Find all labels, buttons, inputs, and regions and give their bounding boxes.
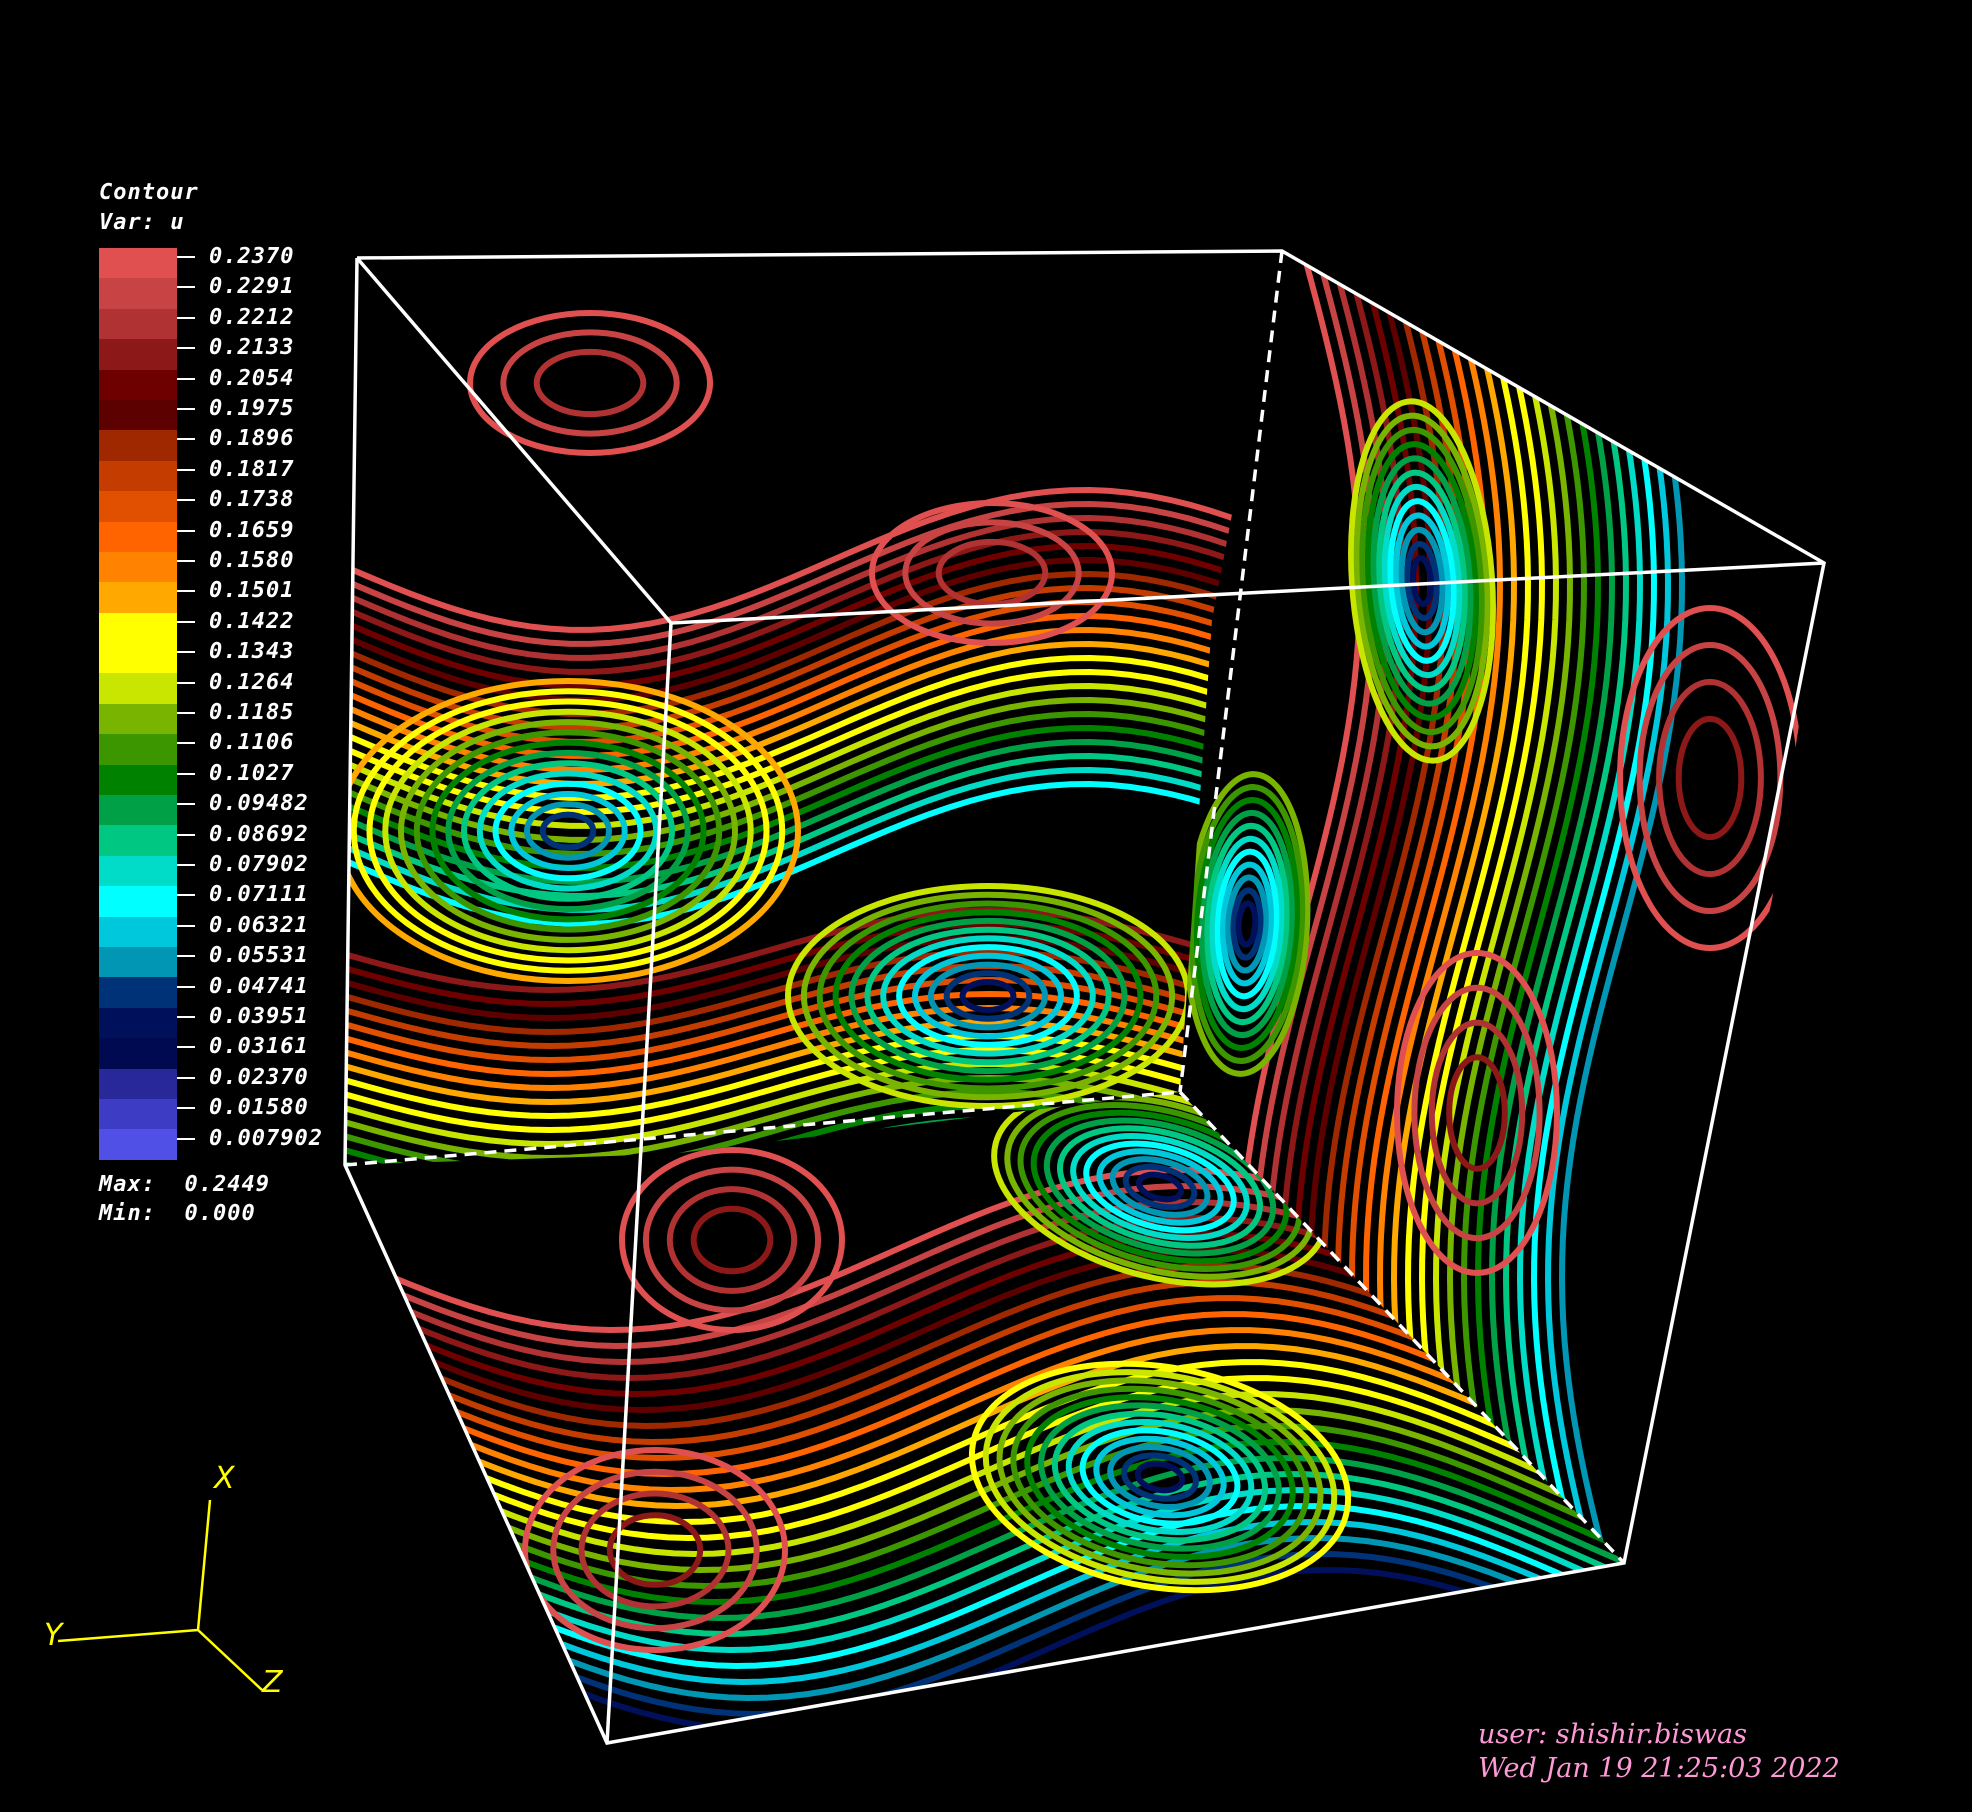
legend-level-label: 0.1027 <box>177 759 294 789</box>
contour-line <box>500 329 680 437</box>
x-axis-line <box>196 1499 212 1631</box>
legend-swatch <box>99 855 177 887</box>
y-axis-line <box>57 1628 199 1643</box>
legend-swatch <box>99 521 177 552</box>
legend-color-bar: 0.2370 0.2291 0.2212 0.2133 0.2054 0.1975 0.18… <box>99 244 322 1160</box>
legend-level-label: 0.07902 <box>177 850 309 880</box>
legend-level-label: 0.03951 <box>177 1002 309 1032</box>
contour-line <box>1409 555 1435 607</box>
legend-swatch <box>99 673 177 704</box>
legend-swatch <box>99 612 177 644</box>
timestamp: Wed Jan 19 21:25:03 2022 <box>1478 1753 1840 1784</box>
legend-swatch <box>99 916 177 947</box>
contour-line <box>1235 900 1259 948</box>
legend-title: Contour <box>99 180 199 205</box>
legend-level-label: 0.2212 <box>177 303 294 333</box>
min-value: 0.000 <box>184 1200 256 1226</box>
user-name: user: shishir.biswas <box>1478 1719 1747 1750</box>
legend-level-label: 0.1343 <box>177 637 294 667</box>
legend-level-label: 0.1896 <box>177 424 294 454</box>
legend-swatch <box>99 886 177 917</box>
legend-level-label: 0.1185 <box>177 698 294 728</box>
legend-swatch <box>99 1129 177 1160</box>
legend-level-label: 0.2370 <box>177 242 294 272</box>
legend-level-label: 0.1264 <box>177 668 294 698</box>
contour-line <box>1656 678 1764 878</box>
legend-swatch <box>99 308 177 340</box>
legend-swatch <box>99 278 177 309</box>
contour-legend: Contour Var: u 0.2370 0.2291 0.2212 0.2133 0… <box>99 178 322 1228</box>
contour-line <box>533 348 647 418</box>
legend-swatch <box>99 551 177 583</box>
legend-swatch <box>99 1098 177 1130</box>
legend-level-label: 0.02370 <box>177 1063 309 1093</box>
x-axis-label: X <box>212 1461 236 1496</box>
min-label: Min: <box>99 1200 156 1226</box>
legend-level-label: 0.1975 <box>177 394 294 424</box>
contour-line <box>690 1205 774 1275</box>
user-info: user: shishir.biswas Wed Jan 19 21:25:03… <box>1478 1718 1840 1786</box>
legend-swatch <box>99 703 177 735</box>
legend-swatch <box>99 1068 177 1099</box>
legend-swatch <box>99 582 177 613</box>
legend-level-label: 0.1501 <box>177 576 294 606</box>
legend-level-label: 0.08692 <box>177 820 309 850</box>
legend-level-label: 0.07111 <box>177 880 309 910</box>
legend-level-label: 0.1738 <box>177 485 294 515</box>
legend-swatch <box>99 643 177 674</box>
legend-swatch <box>99 977 177 1008</box>
max-label: Max: <box>99 1171 156 1197</box>
legend-swatch <box>99 491 177 522</box>
axis-triad <box>57 1499 263 1691</box>
legend-swatch <box>99 946 177 978</box>
legend-level-label: 0.1817 <box>177 455 294 485</box>
legend-swatch <box>99 369 177 400</box>
legend-level-label: 0.05531 <box>177 941 309 971</box>
legend-swatch <box>99 1038 177 1069</box>
legend-swatch <box>99 460 177 492</box>
contour-line <box>666 1186 798 1294</box>
legend-level-label: 0.06321 <box>177 911 309 941</box>
legend-level-label: 0.1659 <box>177 516 294 546</box>
legend-level-label: 0.2133 <box>177 333 294 363</box>
legend-swatch <box>99 248 177 279</box>
back-face-contours <box>345 310 1282 1165</box>
legend-level-label: 0.007902 <box>177 1124 323 1154</box>
z-axis-line <box>197 1629 263 1691</box>
legend-level-label: 0.2054 <box>177 364 294 394</box>
z-axis-label: Z <box>261 1665 284 1700</box>
max-value: 0.2449 <box>184 1171 270 1197</box>
legend-swatch <box>99 430 177 461</box>
legend-swatch <box>99 1007 177 1039</box>
legend-swatch <box>99 339 177 370</box>
legend-level-label: 0.01580 <box>177 1093 309 1123</box>
contour-line <box>1675 715 1745 841</box>
contour-line <box>619 1147 845 1333</box>
legend-swatch <box>99 399 177 431</box>
legend-swatch <box>99 825 177 856</box>
legend-swatch <box>99 734 177 765</box>
y-axis-label: Y <box>44 1618 65 1653</box>
legend-level-label: 0.04741 <box>177 972 309 1002</box>
legend-stats: Max: 0.2449 Min: 0.000 <box>99 1170 270 1228</box>
legend-level-label: 0.1106 <box>177 728 294 758</box>
legend-level-label: 0.03161 <box>177 1032 309 1062</box>
legend-level-label: 0.2291 <box>177 272 294 302</box>
legend-level-label: 0.1580 <box>177 546 294 576</box>
legend-level-label: 0.1422 <box>177 607 294 637</box>
legend-level-label: 0.09482 <box>177 789 309 819</box>
legend-variable: Var: u <box>99 210 185 235</box>
legend-swatch <box>99 795 177 826</box>
legend-swatch <box>99 764 177 796</box>
